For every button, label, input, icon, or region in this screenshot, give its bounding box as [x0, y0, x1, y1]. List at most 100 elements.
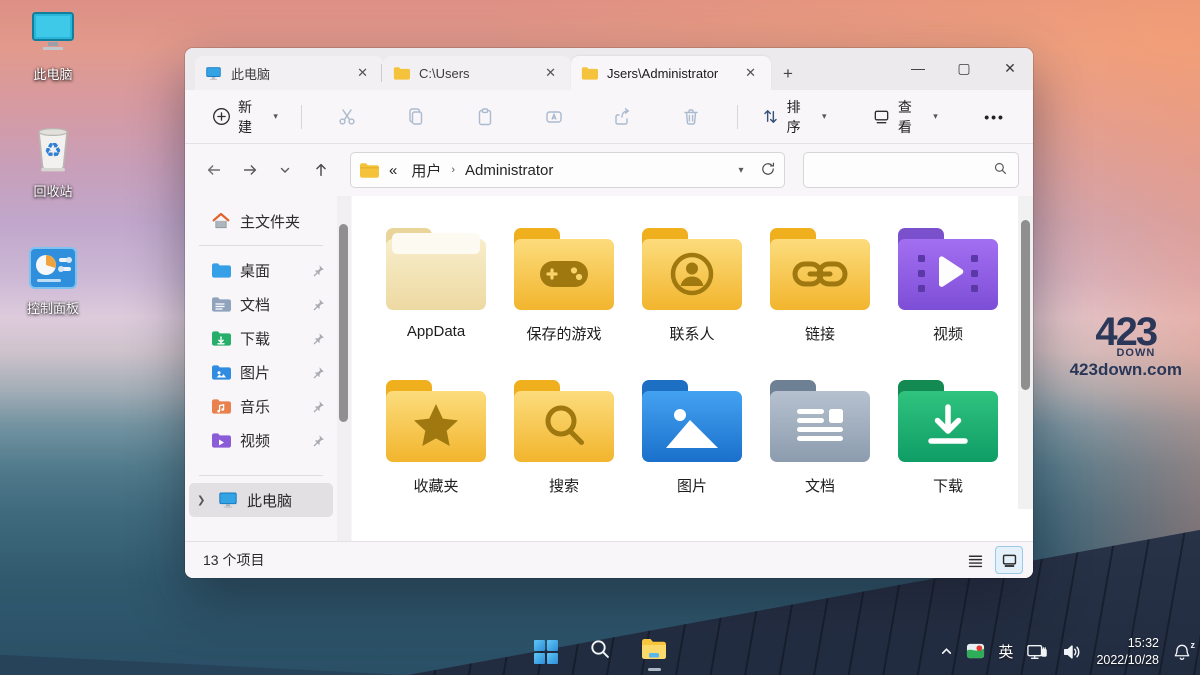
file-item[interactable]: 保存的游戏: [504, 228, 624, 344]
sidebar-item[interactable]: 图片: [189, 355, 333, 389]
file-item[interactable]: 图片: [632, 380, 752, 496]
file-item[interactable]: 文档: [760, 380, 880, 496]
refresh-icon[interactable]: [760, 161, 776, 180]
large-icons-view-button[interactable]: [995, 546, 1023, 574]
breadcrumb-administrator[interactable]: Administrator: [461, 160, 557, 181]
tab-close-icon[interactable]: ✕: [540, 64, 561, 82]
recent-locations-icon[interactable]: [271, 155, 301, 185]
file-item[interactable]: AppData: [376, 228, 496, 344]
paste-icon[interactable]: [475, 107, 495, 127]
content-scrollbar[interactable]: [1018, 196, 1033, 509]
volume-icon[interactable]: [1061, 642, 1083, 662]
folder-icon-link: [770, 228, 870, 310]
sidebar-item-label: 图片: [240, 362, 302, 383]
tab-close-icon[interactable]: ✕: [352, 64, 373, 82]
desktop-icon-control-panel[interactable]: 控制面板: [8, 242, 98, 317]
share-icon[interactable]: [612, 107, 632, 127]
search-box[interactable]: [803, 152, 1019, 188]
command-toolbar: 新建 ▾ 排序: [185, 90, 1033, 144]
file-label: 文档: [805, 475, 835, 496]
start-button[interactable]: [526, 632, 566, 672]
sidebar-item[interactable]: 视频: [189, 423, 333, 457]
file-item[interactable]: 链接: [760, 228, 880, 344]
folder-icon-plain: [386, 228, 486, 310]
running-indicator: [648, 668, 661, 671]
folder-icon: [211, 296, 231, 313]
address-dropdown-icon[interactable]: ▾: [739, 165, 744, 176]
file-item[interactable]: 搜索: [504, 380, 624, 496]
minimize-button[interactable]: —: [895, 48, 941, 88]
recycle-bin-icon: ♻: [27, 125, 79, 177]
close-button[interactable]: ✕: [987, 48, 1033, 88]
status-bar: 13 个项目: [185, 541, 1033, 578]
address-bar[interactable]: « 用户 › Administrator ▾: [350, 152, 785, 188]
sidebar-item[interactable]: 下载: [189, 321, 333, 355]
copy-icon[interactable]: [406, 107, 426, 127]
tab-1[interactable]: 此电脑 ✕: [195, 56, 383, 90]
file-item[interactable]: 下载: [888, 380, 1008, 496]
ime-indicator[interactable]: 英: [998, 641, 1013, 662]
up-icon[interactable]: [306, 155, 336, 185]
sort-button-label: 排序: [787, 97, 813, 137]
new-tab-button[interactable]: +: [771, 64, 805, 90]
taskbar-search-button[interactable]: [580, 632, 620, 672]
tray-app-icon[interactable]: [966, 642, 985, 661]
new-button[interactable]: 新建 ▾: [203, 90, 287, 144]
sidebar-item-this-pc[interactable]: ❯ 此电脑: [189, 483, 333, 517]
plus-circle-icon: [212, 107, 231, 127]
desktop-icon-label: 此电脑: [33, 64, 72, 83]
tab-3[interactable]: Jsers\Administrator ✕: [571, 56, 771, 90]
content-scrollbar-thumb[interactable]: [1021, 220, 1030, 390]
desktop-icon-this-pc[interactable]: 此电脑: [8, 8, 98, 83]
folder-icon: [211, 398, 231, 415]
sort-button[interactable]: 排序 ▾: [752, 90, 836, 144]
chevron-down-icon: ▾: [273, 111, 278, 122]
breadcrumb-prefix[interactable]: «: [385, 160, 401, 181]
item-count: 13 个项目: [203, 550, 264, 570]
svg-text:♻: ♻: [44, 140, 62, 162]
network-icon[interactable]: [1026, 642, 1048, 662]
search-icon: [588, 637, 612, 666]
folder-icon-doc: [770, 380, 870, 462]
cut-icon[interactable]: [337, 107, 357, 127]
folder-icon: [211, 330, 231, 347]
sidebar-item[interactable]: 文档: [189, 287, 333, 321]
desktop-icon-recycle-bin[interactable]: ♻ 回收站: [8, 125, 98, 200]
delete-icon[interactable]: [681, 107, 701, 127]
hidden-icons-chevron[interactable]: [940, 645, 953, 658]
rename-icon[interactable]: [544, 107, 564, 127]
home-icon: [211, 211, 231, 231]
sidebar-scrollbar-thumb[interactable]: [339, 224, 348, 422]
desktop-icon-list: 此电脑 ♻ 回收站 控制面板: [8, 8, 98, 317]
more-options-button[interactable]: •••: [974, 109, 1015, 125]
desktop-icon-label: 控制面板: [27, 298, 79, 317]
view-button[interactable]: 查看 ▾: [863, 90, 947, 144]
pin-icon: [311, 365, 327, 380]
forward-icon[interactable]: [235, 155, 265, 185]
tab-close-icon[interactable]: ✕: [740, 64, 761, 82]
file-item[interactable]: 联系人: [632, 228, 752, 344]
breadcrumb-users[interactable]: 用户: [407, 158, 445, 183]
taskbar-clock[interactable]: 15:32 2022/10/28: [1096, 635, 1159, 669]
folder-icon-download: [898, 380, 998, 462]
taskbar-file-explorer-button[interactable]: [634, 632, 674, 672]
sort-icon: [761, 107, 780, 127]
expand-chevron-icon[interactable]: ❯: [197, 495, 209, 506]
tab-2[interactable]: C:\Users ✕: [383, 56, 571, 90]
search-input[interactable]: [814, 163, 993, 178]
details-view-button[interactable]: [961, 546, 989, 574]
file-label: 视频: [933, 323, 963, 344]
sidebar-scrollbar[interactable]: [337, 196, 351, 541]
file-item[interactable]: 视频: [888, 228, 1008, 344]
notifications-bell-icon[interactable]: z: [1172, 642, 1192, 662]
sidebar-item[interactable]: 桌面: [189, 253, 333, 287]
control-panel-icon: [27, 242, 79, 294]
file-item[interactable]: 收藏夹: [376, 380, 496, 496]
back-icon[interactable]: [199, 155, 229, 185]
maximize-button[interactable]: ▢: [941, 48, 987, 88]
sidebar-item[interactable]: 音乐: [189, 389, 333, 423]
tab-strip: 此电脑 ✕ C:\Users ✕ Jsers\Administrator ✕ +…: [185, 48, 1033, 90]
sidebar-item-home[interactable]: 主文件夹: [189, 204, 333, 238]
file-label: 收藏夹: [413, 475, 458, 496]
tab-label: Jsers\Administrator: [607, 66, 732, 81]
